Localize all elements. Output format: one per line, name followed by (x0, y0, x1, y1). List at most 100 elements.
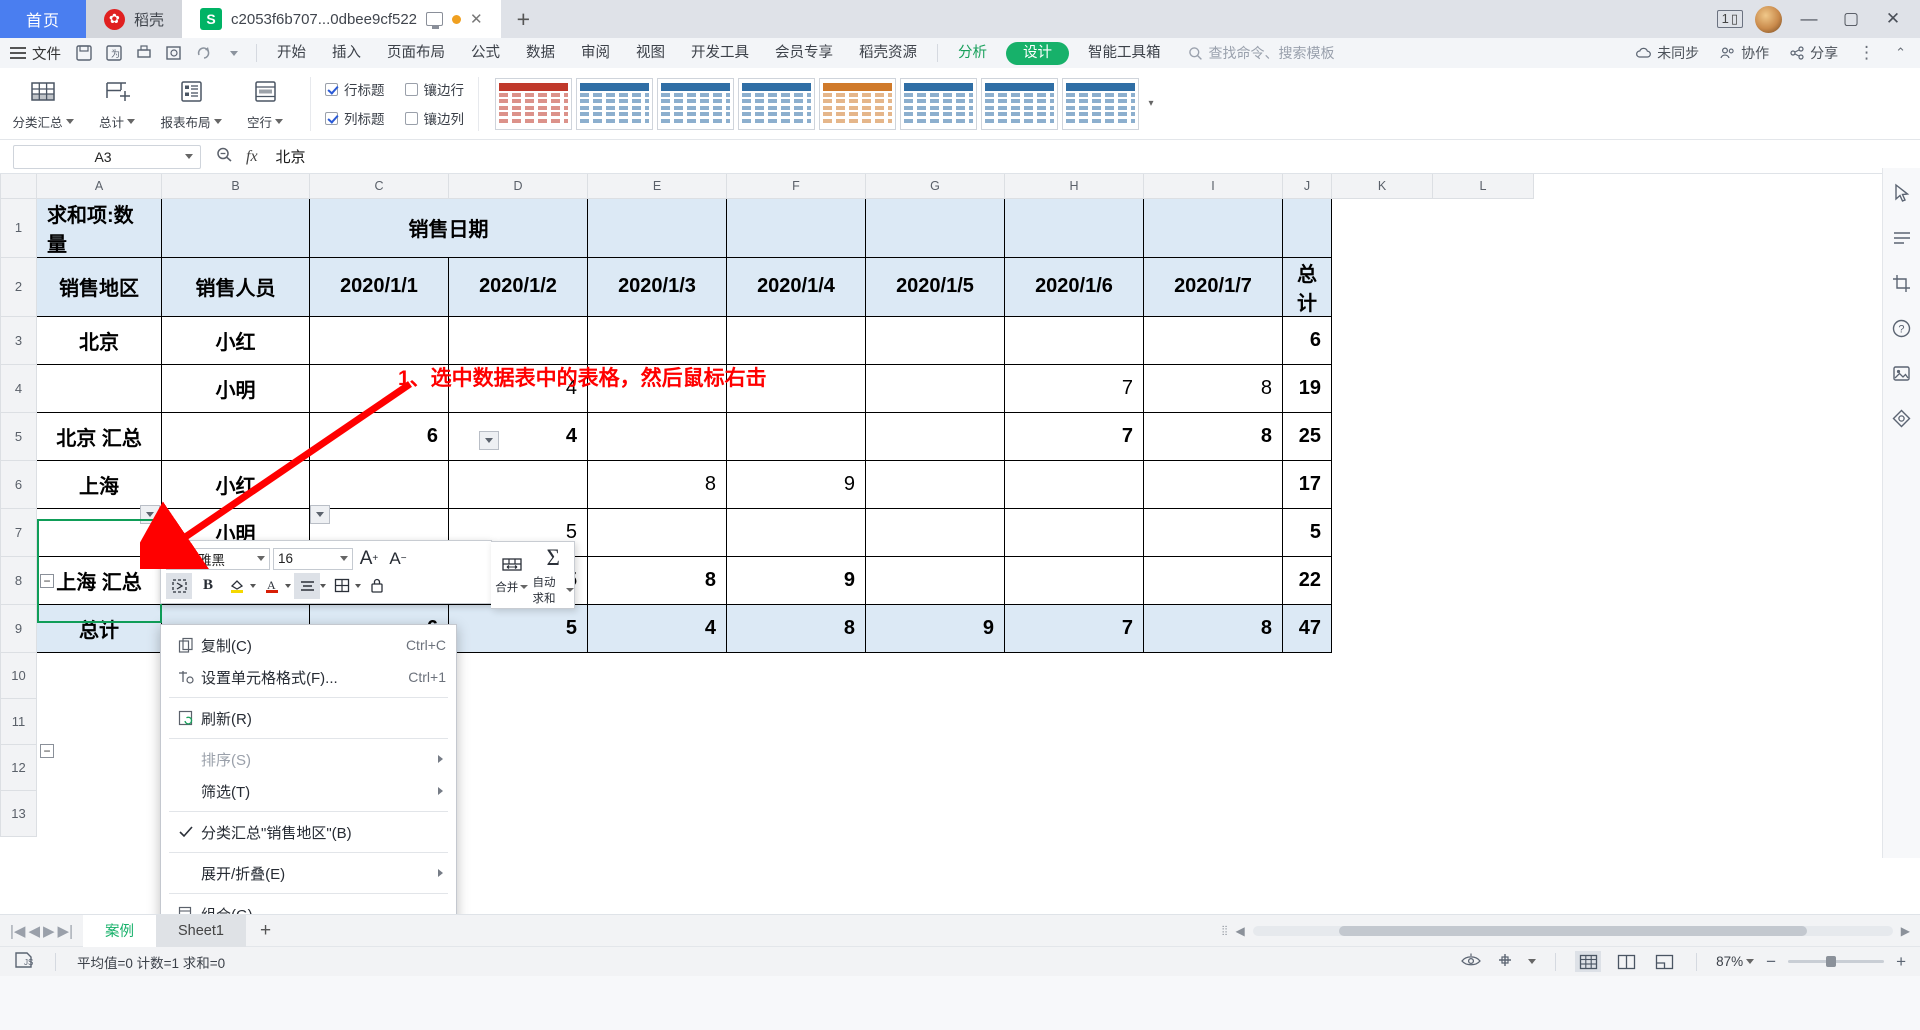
column-header-F[interactable]: F (726, 174, 866, 199)
cursor-icon[interactable] (1889, 180, 1915, 206)
pivot-style-5[interactable] (819, 77, 896, 130)
cell-region-3[interactable]: 北京 (36, 315, 162, 365)
cell-person-5[interactable] (161, 411, 310, 461)
name-box[interactable]: A3 (13, 144, 201, 169)
cell-blank-10-9[interactable] (1282, 652, 1332, 698)
row-header-3[interactable]: 3 (0, 315, 37, 365)
menu-item-dev-tools[interactable]: 开发工具 (678, 38, 762, 68)
cell-region-6[interactable]: 上海 (36, 459, 162, 509)
cell-value-9-1[interactable]: 5 (448, 603, 588, 653)
cell-value-8-5[interactable] (1004, 555, 1144, 605)
cell-K1[interactable] (1331, 198, 1433, 257)
cell-value-3-0[interactable] (309, 315, 449, 365)
menu-item-member[interactable]: 会员专享 (762, 38, 846, 68)
cell-header2-0[interactable]: 销售地区 (36, 256, 162, 317)
menu-item-data[interactable]: 数据 (513, 38, 568, 68)
row-header-6[interactable]: 6 (0, 459, 37, 509)
cell-value-8-6[interactable] (1143, 555, 1283, 605)
filter-button-sales-date[interactable] (479, 431, 499, 450)
close-button[interactable]: ✕ (1878, 9, 1908, 29)
customize-quick-access-icon[interactable] (219, 40, 249, 66)
pivot-style-4[interactable] (738, 77, 815, 130)
context-menu-item-5[interactable]: 分类汇总"销售地区"(B) (161, 816, 456, 848)
collaborate-button[interactable]: 协作 (1719, 43, 1769, 63)
cell-value-3-5[interactable] (1004, 315, 1144, 365)
cell-total-6[interactable]: 17 (1282, 459, 1332, 509)
row-header-9[interactable]: 9 (0, 603, 37, 653)
cell-blank-12-0[interactable] (36, 744, 162, 790)
cell-C1[interactable]: 销售日期 (309, 197, 588, 258)
increase-font-size-icon[interactable]: A + (356, 546, 382, 572)
borders-chevron-down-icon[interactable] (355, 583, 361, 588)
align-icon[interactable] (294, 572, 320, 599)
cell-L1[interactable] (1432, 198, 1534, 257)
cell-person-3[interactable]: 小红 (161, 315, 310, 365)
cell-value-9-5[interactable]: 7 (1004, 603, 1144, 653)
context-menu-item-6[interactable]: 展开/折叠(E) (161, 857, 456, 889)
command-search[interactable]: 查找命令、搜索模板 (1188, 43, 1335, 63)
tab-close-icon[interactable]: ✕ (470, 10, 483, 28)
cell-value-3-3[interactable] (726, 315, 866, 365)
scroll-right-icon[interactable]: ▶ (1901, 924, 1910, 938)
cell-blank-13-4[interactable] (587, 790, 727, 836)
cell-value-3-1[interactable] (448, 315, 588, 365)
cell-blank-12-10[interactable] (1331, 744, 1433, 790)
scroll-left-icon[interactable]: ◀ (1236, 924, 1245, 938)
cell-blank-11-4[interactable] (587, 698, 727, 744)
cell-blank-11-10[interactable] (1331, 698, 1433, 744)
cell-blank-11-5[interactable] (726, 698, 866, 744)
checkbox-row-headers[interactable]: 行标题 (325, 79, 385, 99)
cell-row1-1[interactable] (726, 197, 866, 258)
row-header-1[interactable]: 1 (0, 197, 37, 258)
context-menu-item-0[interactable]: 复制(C) Ctrl+C (161, 629, 456, 661)
cell-region-8[interactable]: 上海 汇总 (36, 555, 162, 605)
cell-blank-10-10[interactable] (1331, 652, 1433, 698)
menu-item-formula[interactable]: 公式 (458, 38, 513, 68)
cell-value-4-6[interactable]: 8 (1143, 363, 1283, 413)
cell-blank-11-0[interactable] (36, 698, 162, 744)
find-icon[interactable] (215, 146, 234, 167)
row-header-2[interactable]: 2 (0, 256, 37, 317)
cell-blank-10-0[interactable] (36, 652, 162, 698)
row-header-7[interactable]: 7 (0, 507, 37, 557)
menu-item-page-layout[interactable]: 页面布局 (374, 38, 458, 68)
image-icon[interactable] (1889, 360, 1915, 386)
column-header-E[interactable]: E (587, 174, 727, 199)
align-chevron-down-icon[interactable] (320, 583, 326, 588)
cell-value-7-6[interactable] (1143, 507, 1283, 557)
cell-blank-12-5[interactable] (726, 744, 866, 790)
zoom-slider-thumb[interactable] (1826, 956, 1837, 967)
cell-region-5[interactable]: 北京 汇总 (36, 411, 162, 461)
cell-value-5-4[interactable] (865, 411, 1005, 461)
cell-blank-10-6[interactable] (865, 652, 1005, 698)
select-all-corner[interactable] (0, 174, 37, 199)
context-menu-item-3[interactable]: 排序(S) (161, 743, 456, 775)
zoom-out-button[interactable]: − (1766, 952, 1776, 972)
zoom-level[interactable]: 87% (1716, 954, 1755, 969)
tab-count-badge[interactable]: 1 ▯ (1716, 10, 1743, 28)
cell-row1-4[interactable] (1143, 197, 1283, 258)
cell-L7[interactable] (1432, 508, 1534, 556)
name-box-chevron-down-icon[interactable] (185, 154, 193, 159)
cell-region-4[interactable] (36, 363, 162, 413)
font-color-chevron-down-icon[interactable] (285, 583, 291, 588)
column-header-G[interactable]: G (865, 174, 1005, 199)
cell-blank-11-6[interactable] (865, 698, 1005, 744)
merge-cells-button[interactable]: 合并 (491, 542, 533, 608)
cell-person-4[interactable]: 小明 (161, 363, 310, 413)
cell-value-9-3[interactable]: 8 (726, 603, 866, 653)
cell-value-5-5[interactable]: 7 (1004, 411, 1144, 461)
cell-blank-11-11[interactable] (1432, 698, 1534, 744)
menu-item-analyze[interactable]: 分析 (945, 38, 1000, 68)
cell-blank-10-4[interactable] (587, 652, 727, 698)
row-header-10[interactable]: 10 (0, 651, 37, 699)
cell-L9[interactable] (1432, 604, 1534, 652)
menu-item-smart-toolbox[interactable]: 智能工具箱 (1075, 38, 1174, 68)
pivot-style-2[interactable] (576, 77, 653, 130)
context-menu-item-4[interactable]: 筛选(T) (161, 775, 456, 807)
cell-K3[interactable] (1331, 316, 1433, 364)
cell-blank-12-11[interactable] (1432, 744, 1534, 790)
cell-K9[interactable] (1331, 604, 1433, 652)
cell-header2-8[interactable]: 2020/1/7 (1143, 256, 1283, 317)
cell-row1-3[interactable] (1004, 197, 1144, 258)
